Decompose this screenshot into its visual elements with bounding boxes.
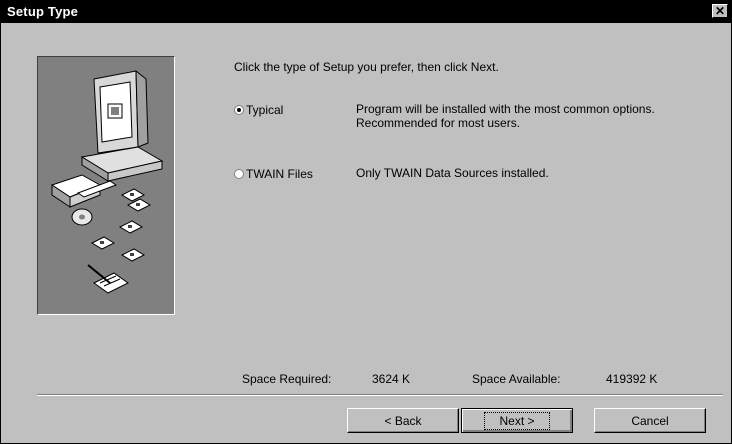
twain-description-line1: Only TWAIN Data Sources installed. [356, 166, 549, 180]
space-available-label: Space Available: [472, 372, 561, 386]
close-button[interactable]: ✕ [712, 4, 728, 18]
next-button-label: Next > [484, 411, 550, 430]
close-icon: ✕ [714, 4, 726, 18]
typical-label[interactable]: Typical [246, 103, 283, 117]
computer-disks-illustration-icon [50, 69, 164, 294]
space-required-label: Space Required: [242, 372, 332, 386]
back-button-label: < Back [384, 413, 422, 428]
next-button[interactable]: Next > [461, 408, 573, 433]
setup-illustration-panel [37, 56, 175, 315]
space-required-value: 3624 K [372, 372, 411, 386]
setup-type-dialog: Setup Type ✕ Click the type of Setup you… [0, 0, 732, 444]
cancel-button-label: Cancel [631, 413, 669, 428]
title-bar[interactable]: Setup Type ✕ [1, 1, 731, 23]
twain-label[interactable]: TWAIN Files [246, 167, 313, 181]
twain-description: Only TWAIN Data Sources installed. [356, 166, 549, 180]
typical-description: Program will be installed with the most … [356, 102, 655, 130]
space-available-value: 419392 K [606, 372, 658, 386]
twain-radio[interactable] [234, 169, 244, 179]
window-title: Setup Type [7, 4, 79, 19]
typical-description-line1: Program will be installed with the most … [356, 102, 655, 116]
option-twain-files[interactable]: TWAIN Files [234, 167, 313, 181]
cancel-button[interactable]: Cancel [594, 408, 706, 433]
typical-radio[interactable] [234, 105, 244, 115]
intro-text: Click the type of Setup you prefer, then… [234, 60, 499, 74]
option-typical[interactable]: Typical [234, 103, 283, 117]
separator [37, 394, 723, 396]
typical-description-line2: Recommended for most users. [356, 116, 521, 130]
back-button[interactable]: < Back [347, 408, 459, 433]
